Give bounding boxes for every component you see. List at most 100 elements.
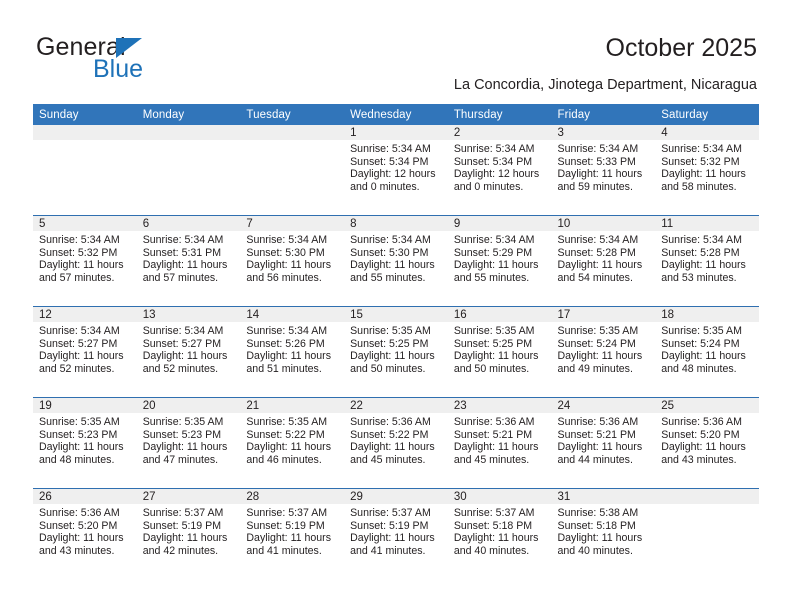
calendar-day-cell[interactable]: 19 Sunrise: 5:35 AM Sunset: 5:23 PM Dayligh…	[33, 397, 137, 489]
day-number: 15	[350, 309, 363, 321]
calendar-day-cell[interactable]: 18 Sunrise: 5:35 AM Sunset: 5:24 PM Dayligh…	[655, 306, 759, 398]
daylight-text-line1: Daylight: 11 hours	[39, 259, 124, 272]
day-cell-content: 11 Sunrise: 5:34 AM Sunset: 5:28 PM Dayligh…	[655, 216, 759, 306]
calendar-day-cell[interactable]: 2 Sunrise: 5:34 AM Sunset: 5:34 PM Daylight…	[447, 125, 552, 216]
sunrise-text: Sunrise: 5:34 AM	[453, 234, 535, 246]
calendar-day-cell[interactable]: 12 Sunrise: 5:34 AM Sunset: 5:27 PM Dayligh…	[33, 306, 137, 398]
day-number: 11	[661, 218, 674, 230]
calendar-day-cell[interactable]: 10 Sunrise: 5:34 AM Sunset: 5:28 PM Dayligh…	[551, 215, 656, 307]
daylight-text-line1: Daylight: 12 hours	[453, 168, 540, 181]
sunset-text: Sunset: 5:28 PM	[557, 246, 636, 259]
sunset-text: Sunset: 5:30 PM	[350, 246, 429, 259]
sunset-text: Sunset: 5:22 PM	[246, 428, 325, 441]
day-number-band: 11	[655, 216, 759, 231]
day-number: 22	[350, 400, 363, 412]
day-number: 18	[661, 309, 675, 321]
day-number-band: 27	[136, 489, 241, 504]
calendar-day-cell[interactable]: 3 Sunrise: 5:34 AM Sunset: 5:33 PM Daylight…	[551, 125, 656, 216]
sunrise-text: Sunrise: 5:34 AM	[661, 234, 742, 246]
day-number	[33, 125, 137, 126]
calendar-day-cell[interactable]: 14 Sunrise: 5:34 AM Sunset: 5:26 PM Dayligh…	[240, 306, 345, 398]
calendar-day-cell[interactable]: 8 Sunrise: 5:34 AM Sunset: 5:30 PM Daylight…	[344, 215, 448, 307]
calendar-day-cell[interactable]: 16 Sunrise: 5:35 AM Sunset: 5:25 PM Dayligh…	[447, 306, 552, 398]
sunrise-text: Sunrise: 5:34 AM	[246, 234, 328, 246]
sunset-text: Sunset: 5:21 PM	[453, 428, 533, 441]
day-cell-content: 20 Sunrise: 5:35 AM Sunset: 5:23 PM Dayligh…	[136, 398, 241, 488]
day-details: Sunrise: 5:37 AM Sunset: 5:19 PM Daylight:…	[137, 504, 241, 557]
daylight-text-line1: Daylight: 11 hours	[557, 350, 643, 363]
calendar-day-cell[interactable]: 7 Sunrise: 5:34 AM Sunset: 5:30 PM Daylight…	[240, 215, 345, 307]
calendar-day-cell[interactable]: 6 Sunrise: 5:34 AM Sunset: 5:31 PM Daylight…	[136, 215, 241, 307]
sunrise-text: Sunrise: 5:34 AM	[557, 143, 639, 155]
calendar-day-cell[interactable]: 28 Sunrise: 5:37 AM Sunset: 5:19 PM Dayligh…	[240, 488, 345, 579]
day-number-band: 8	[344, 216, 448, 231]
calendar-day-cell[interactable]: 9 Sunrise: 5:34 AM Sunset: 5:29 PM Daylight…	[447, 215, 552, 307]
calendar-day-cell[interactable]: 11 Sunrise: 5:34 AM Sunset: 5:28 PM Dayligh…	[655, 215, 759, 307]
calendar-day-cell[interactable]: 4 Sunrise: 5:34 AM Sunset: 5:32 PM Daylight…	[655, 125, 759, 216]
sunrise-text: Sunrise: 5:35 AM	[453, 325, 535, 337]
daylight-text-line2: and 0 minutes.	[350, 180, 420, 193]
day-number: 26	[39, 491, 52, 503]
day-number-band: 18	[655, 307, 759, 322]
calendar-day-cell[interactable]: 17 Sunrise: 5:35 AM Sunset: 5:24 PM Dayligh…	[551, 306, 656, 398]
day-number: 9	[453, 218, 461, 230]
calendar-day-cell[interactable]: 25 Sunrise: 5:36 AM Sunset: 5:20 PM Dayligh…	[655, 397, 759, 489]
day-number: 25	[661, 400, 675, 412]
sunrise-text: Sunrise: 5:34 AM	[142, 234, 224, 246]
day-number: 20	[142, 400, 156, 412]
calendar-day-cell[interactable]: 5 Sunrise: 5:34 AM Sunset: 5:32 PM Daylight…	[33, 215, 137, 307]
calendar-day-cell[interactable]: 30 Sunrise: 5:37 AM Sunset: 5:18 PM Dayligh…	[447, 488, 552, 579]
sunrise-text: Sunrise: 5:34 AM	[557, 234, 639, 246]
sunset-text: Sunset: 5:18 PM	[557, 519, 636, 532]
day-cell-content: 30 Sunrise: 5:37 AM Sunset: 5:18 PM Dayligh…	[447, 489, 552, 579]
day-number: 19	[39, 400, 52, 412]
day-cell-content: 3 Sunrise: 5:34 AM Sunset: 5:33 PM Daylight…	[551, 125, 656, 215]
sunrise-text: Sunrise: 5:36 AM	[661, 416, 742, 428]
sunrise-text: Sunrise: 5:36 AM	[350, 416, 431, 428]
day-cell-content: 13 Sunrise: 5:34 AM Sunset: 5:27 PM Dayligh…	[136, 307, 241, 397]
sunrise-text: Sunrise: 5:37 AM	[453, 507, 535, 519]
calendar-day-cell[interactable]: 21 Sunrise: 5:35 AM Sunset: 5:22 PM Dayligh…	[240, 397, 345, 489]
calendar-day-cell[interactable]: 29 Sunrise: 5:37 AM Sunset: 5:19 PM Dayligh…	[344, 488, 448, 579]
daylight-text-line1: Daylight: 11 hours	[39, 532, 124, 545]
day-number: 17	[557, 309, 571, 321]
sunrise-text: Sunrise: 5:34 AM	[142, 325, 224, 337]
calendar-day-cell[interactable]: 26 Sunrise: 5:36 AM Sunset: 5:20 PM Dayligh…	[33, 488, 137, 579]
day-cell-content: 2 Sunrise: 5:34 AM Sunset: 5:34 PM Daylight…	[447, 125, 552, 215]
calendar-day-cell[interactable]: 31 Sunrise: 5:38 AM Sunset: 5:18 PM Dayligh…	[551, 488, 656, 579]
calendar-day-cell[interactable]: 24 Sunrise: 5:36 AM Sunset: 5:21 PM Dayligh…	[551, 397, 656, 489]
calendar-day-cell[interactable]: 15 Sunrise: 5:35 AM Sunset: 5:25 PM Dayligh…	[344, 306, 448, 398]
day-cell-content: 21 Sunrise: 5:35 AM Sunset: 5:22 PM Dayligh…	[240, 398, 345, 488]
day-number-band: 5	[33, 216, 137, 231]
calendar-day-cell[interactable]: 22 Sunrise: 5:36 AM Sunset: 5:22 PM Dayligh…	[344, 397, 448, 489]
calendar-day-cell[interactable]: 1 Sunrise: 5:34 AM Sunset: 5:34 PM Daylight…	[344, 125, 448, 216]
daylight-text-line2: and 51 minutes.	[246, 362, 322, 375]
day-number-band: 22	[344, 398, 448, 413]
calendar-week-row: 19 Sunrise: 5:35 AM Sunset: 5:23 PM Dayligh…	[33, 397, 759, 489]
calendar-day-cell[interactable]: 13 Sunrise: 5:34 AM Sunset: 5:27 PM Dayligh…	[136, 306, 241, 398]
sunrise-text: Sunrise: 5:35 AM	[246, 416, 328, 428]
calendar-week-row: 26 Sunrise: 5:36 AM Sunset: 5:20 PM Dayligh…	[33, 488, 759, 579]
day-details: Sunrise: 5:37 AM Sunset: 5:18 PM Daylight:…	[448, 504, 552, 557]
day-details: Sunrise: 5:35 AM Sunset: 5:25 PM Daylight:…	[448, 322, 552, 375]
daylight-text-line1: Daylight: 11 hours	[142, 259, 228, 272]
day-details: Sunrise: 5:34 AM Sunset: 5:30 PM Daylight:…	[344, 231, 448, 284]
daylight-text-line1: Daylight: 12 hours	[350, 168, 436, 181]
day-number-band: 2	[447, 125, 552, 140]
day-cell-content: 17 Sunrise: 5:35 AM Sunset: 5:24 PM Dayligh…	[551, 307, 656, 397]
sunset-text: Sunset: 5:34 PM	[350, 155, 429, 168]
general-blue-logo[interactable]: General Blue	[36, 33, 266, 85]
day-details: Sunrise: 5:34 AM Sunset: 5:28 PM Daylight:…	[655, 231, 759, 284]
daylight-text-line2: and 57 minutes.	[39, 271, 115, 284]
day-details: Sunrise: 5:34 AM Sunset: 5:28 PM Daylight:…	[552, 231, 656, 284]
calendar-day-cell[interactable]: 20 Sunrise: 5:35 AM Sunset: 5:23 PM Dayligh…	[136, 397, 241, 489]
calendar-day-cell[interactable]: 23 Sunrise: 5:36 AM Sunset: 5:21 PM Dayligh…	[447, 397, 552, 489]
sunset-text: Sunset: 5:20 PM	[661, 428, 740, 441]
sunset-text: Sunset: 5:19 PM	[350, 519, 429, 532]
day-number: 6	[142, 218, 150, 230]
day-number: 23	[453, 400, 467, 412]
daylight-text-line1: Daylight: 11 hours	[39, 441, 124, 454]
sunrise-text: Sunrise: 5:34 AM	[453, 143, 535, 155]
calendar-day-cell[interactable]: 27 Sunrise: 5:37 AM Sunset: 5:19 PM Dayligh…	[136, 488, 241, 579]
day-number-band: 21	[240, 398, 345, 413]
